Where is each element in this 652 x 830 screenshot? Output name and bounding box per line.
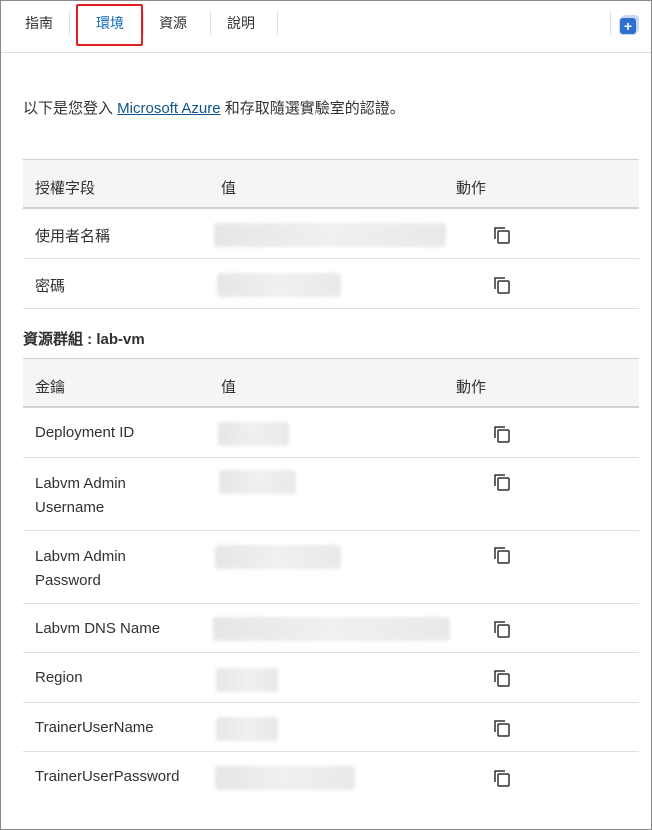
row-name: 使用者名稱 (35, 228, 111, 245)
header-action: 動作 (456, 180, 487, 197)
lab-environment-panel: 指南 環境 資源 說明 + 以下是您登入 Microsoft Azure 和存取… (0, 0, 652, 830)
tab-resources[interactable]: 資源 (145, 1, 201, 53)
header-value: 值 (221, 379, 237, 396)
table-row: Deployment ID (23, 408, 639, 458)
table-row: TrainerUserPassword (23, 752, 639, 802)
copy-icon[interactable] (492, 768, 512, 788)
redacted-value (218, 422, 289, 446)
row-name: Labvm Admin Username (35, 475, 126, 516)
copy-icon[interactable] (492, 472, 512, 492)
row-name: Labvm DNS Name (35, 620, 161, 637)
row-name: 密碼 (35, 278, 66, 295)
table-row: 使用者名稱 (23, 209, 639, 259)
copy-icon[interactable] (492, 225, 512, 245)
redacted-value (216, 717, 278, 741)
row-name: TrainerUserName (35, 719, 154, 736)
redacted-value (215, 545, 341, 569)
redacted-value (217, 273, 341, 297)
redacted-value (219, 470, 296, 494)
tab-bar: 指南 環境 資源 說明 + (1, 1, 651, 53)
redacted-value (216, 668, 278, 692)
copy-icon[interactable] (492, 545, 512, 565)
tab-guide[interactable]: 指南 (11, 1, 67, 53)
tab-divider (277, 11, 278, 35)
keys-table: 金鑰 值 動作 Deployment ID Labvm Admin Userna… (23, 358, 639, 802)
row-name: Deployment ID (35, 424, 135, 441)
header-value: 值 (221, 180, 237, 197)
header-action: 動作 (456, 379, 487, 396)
row-name: Region (35, 669, 83, 686)
table-header: 金鑰 值 動作 (23, 358, 639, 408)
table-row: TrainerUserName (23, 703, 639, 752)
copy-icon[interactable] (492, 619, 512, 639)
toolbar-divider (610, 11, 611, 35)
table-row: Labvm Admin Password (23, 531, 639, 604)
add-panel-icon[interactable]: + (619, 17, 637, 35)
row-name: TrainerUserPassword (35, 768, 180, 785)
table-row: 密碼 (23, 259, 639, 309)
redacted-value (213, 617, 450, 641)
table-row: Labvm Admin Username (23, 458, 639, 531)
redacted-value (215, 766, 355, 790)
azure-link[interactable]: Microsoft Azure (117, 100, 220, 117)
copy-icon[interactable] (492, 275, 512, 295)
copy-icon[interactable] (492, 668, 512, 688)
credentials-table: 授權字段 值 動作 使用者名稱 密碼 (23, 159, 639, 309)
table-row: Region (23, 653, 639, 703)
intro-prefix: 以下是您登入 (23, 100, 118, 117)
tab-divider (143, 11, 144, 35)
table-header: 授權字段 值 動作 (23, 159, 639, 209)
intro-suffix: 和存取隨選實驗室的認證。 (220, 100, 405, 117)
header-field: 授權字段 (35, 180, 96, 197)
tab-divider (210, 11, 211, 35)
tab-divider (69, 11, 70, 35)
copy-icon[interactable] (492, 424, 512, 444)
tab-label: 指南 (25, 15, 53, 31)
tab-help[interactable]: 說明 (213, 1, 269, 53)
redacted-value (214, 223, 446, 247)
table-row: Labvm DNS Name (23, 604, 639, 653)
row-name: Labvm Admin Password (35, 548, 126, 589)
header-key: 金鑰 (35, 379, 66, 396)
resource-group-title: 資源群組 : lab-vm (23, 331, 145, 348)
intro-text: 以下是您登入 Microsoft Azure 和存取隨選實驗室的認證。 (23, 97, 405, 118)
tab-label: 資源 (159, 15, 187, 31)
tab-label: 說明 (227, 15, 255, 31)
active-tab-highlight (76, 4, 143, 46)
copy-icon[interactable] (492, 718, 512, 738)
